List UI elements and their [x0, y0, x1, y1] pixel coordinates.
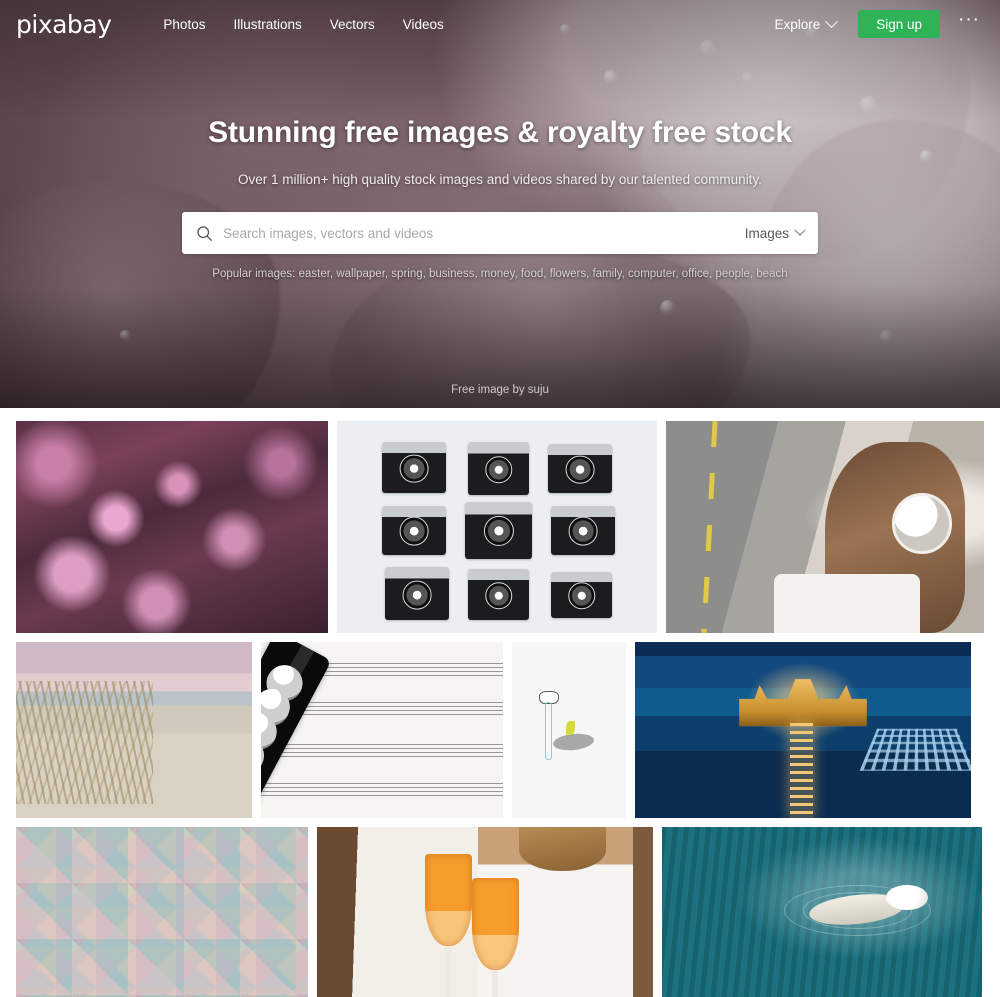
cocktail-glass	[424, 854, 472, 997]
tile-toast-drinks[interactable]	[317, 827, 653, 997]
chevron-down-icon	[794, 224, 806, 236]
figure-shadow	[552, 731, 595, 752]
tile-pink-flowers[interactable]	[16, 421, 329, 633]
popular-tag-food[interactable]: food	[521, 268, 543, 280]
sign-up-button[interactable]: Sign up	[858, 10, 941, 38]
search-icon	[196, 225, 213, 242]
image-credit[interactable]: Free image by suju	[0, 384, 1000, 396]
search-bar[interactable]: Images	[182, 212, 818, 254]
shirt-shape	[773, 573, 921, 633]
beach-chairs	[859, 728, 971, 771]
polar-bear-head	[886, 884, 928, 911]
popular-tag-wallpaper[interactable]: wallpaper	[336, 268, 385, 280]
header-actions: Explore Sign up ···	[764, 10, 984, 38]
popular-tag-beach[interactable]: beach	[756, 268, 787, 280]
tile-pattern-overlay	[16, 827, 308, 997]
tile-illustration[interactable]	[512, 642, 626, 818]
popular-label: Popular images:	[212, 268, 296, 280]
explore-dropdown[interactable]: Explore	[764, 11, 846, 38]
main-nav: Photos Illustrations Vectors Videos	[149, 11, 457, 38]
camera-item	[551, 505, 616, 555]
nav-item-vectors[interactable]: Vectors	[316, 11, 389, 38]
pier-building	[739, 679, 867, 727]
search-input[interactable]	[223, 225, 733, 241]
chevron-down-icon	[825, 14, 839, 28]
popular-tag-office[interactable]: office	[682, 268, 709, 280]
tile-pier-night[interactable]	[635, 642, 971, 818]
tile-polar-bear[interactable]	[662, 827, 982, 997]
popular-searches: Popular images: easter, wallpaper, sprin…	[212, 268, 788, 280]
hero-banner: pixabay Photos Illustrations Vectors Vid…	[0, 0, 1000, 408]
tile-headphones-girl[interactable]	[665, 421, 984, 633]
tile-beach-dunes[interactable]	[16, 642, 252, 818]
grid-row	[16, 827, 984, 997]
popular-tag-money[interactable]: money	[481, 268, 515, 280]
camera-item	[468, 442, 529, 496]
ellipsis-icon[interactable]: ···	[940, 10, 984, 33]
image-grid	[0, 408, 1000, 997]
pier-walkway	[789, 722, 814, 818]
nav-item-photos[interactable]: Photos	[149, 11, 219, 38]
music-staff	[261, 782, 503, 799]
popular-tag-spring[interactable]: spring	[391, 268, 422, 280]
camera-item	[382, 505, 446, 555]
plant-shape	[565, 721, 575, 736]
tile-clarinet[interactable]	[261, 642, 503, 818]
road-marking	[701, 421, 718, 633]
grid-row	[16, 421, 984, 633]
camera-item	[551, 571, 612, 619]
hero-subtitle: Over 1 million+ high quality stock image…	[238, 172, 762, 187]
explore-label: Explore	[774, 16, 821, 32]
site-header: pixabay Photos Illustrations Vectors Vid…	[0, 0, 1000, 48]
tile-vintage-cameras[interactable]	[337, 421, 657, 633]
page-title: Stunning free images & royalty free stoc…	[208, 116, 792, 149]
camera-item	[468, 569, 529, 621]
popular-tag-easter[interactable]: easter	[299, 268, 330, 280]
popular-tag-computer[interactable]: computer	[628, 268, 675, 280]
grid-row	[16, 642, 984, 818]
popular-tag-business[interactable]: business	[429, 268, 474, 280]
camera-item	[548, 444, 612, 494]
cocktail-glass	[471, 878, 519, 997]
popular-tag-flowers[interactable]: flowers	[550, 268, 586, 280]
headphone-cup	[891, 493, 953, 554]
camera-item	[385, 567, 450, 621]
search-type-dropdown[interactable]: Images	[733, 224, 806, 241]
nav-item-videos[interactable]: Videos	[389, 11, 458, 38]
music-staff	[261, 744, 503, 761]
nav-item-illustrations[interactable]: Illustrations	[219, 11, 315, 38]
pixabay-logo[interactable]: pixabay	[16, 10, 112, 39]
tile-pastel-tiles[interactable]	[16, 827, 308, 997]
hair-shape	[518, 827, 606, 872]
camera-item	[382, 442, 446, 494]
camera-item	[465, 501, 533, 559]
popular-tag-people[interactable]: people	[715, 268, 750, 280]
popular-tag-family[interactable]: family	[592, 268, 621, 280]
dune-grass	[16, 680, 153, 804]
figure-body	[545, 701, 553, 760]
search-type-label: Images	[744, 225, 789, 241]
